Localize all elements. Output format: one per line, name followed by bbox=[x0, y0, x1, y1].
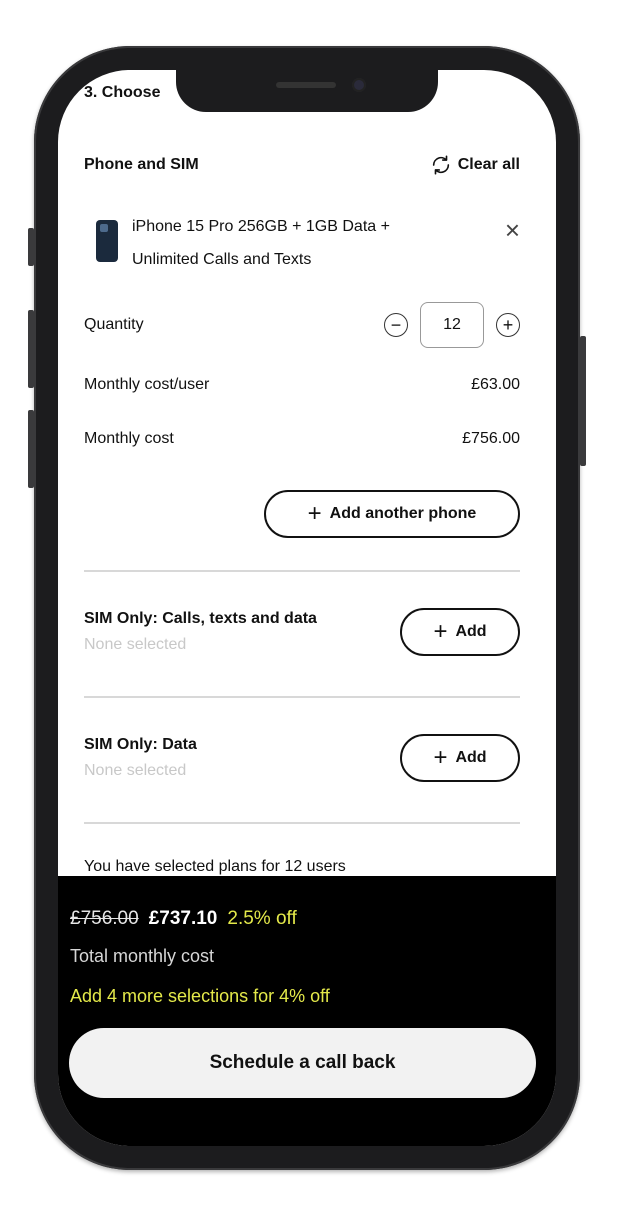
plus-icon: + bbox=[433, 744, 448, 771]
selected-product: iPhone 15 Pro 256GB + 1GB Data + Unlimit… bbox=[84, 217, 520, 276]
promo-message: Add 4 more selections for 4% off bbox=[70, 986, 330, 1006]
add-label: Add bbox=[455, 749, 487, 766]
notch bbox=[176, 70, 438, 112]
sim-option-data: SIM Only: Data None selected + Add bbox=[84, 734, 520, 782]
divider bbox=[84, 822, 520, 824]
phone-screen: 3. Choose Phone and SIM Clear all iPhone… bbox=[58, 70, 556, 1146]
cost-per-user-label: Monthly cost/user bbox=[84, 376, 210, 393]
volume-up-button bbox=[28, 310, 34, 388]
selection-summary: You have selected plans for 12 users bbox=[84, 858, 346, 875]
plus-icon: + bbox=[433, 618, 448, 645]
sim-option-calls-texts-data: SIM Only: Calls, texts and data None sel… bbox=[84, 608, 520, 656]
price-line: £756.00 £737.10 2.5% off bbox=[70, 908, 297, 930]
power-button bbox=[580, 336, 586, 466]
cost-per-user-value: £63.00 bbox=[471, 376, 520, 393]
quantity-row: Quantity − 12 + bbox=[84, 302, 520, 348]
old-price: £756.00 bbox=[70, 908, 139, 929]
price-summary-footer: £756.00 £737.10 2.5% off Total monthly c… bbox=[58, 876, 556, 1146]
silent-switch bbox=[28, 228, 34, 266]
quantity-stepper: − 12 + bbox=[384, 302, 520, 348]
add-another-phone-label: Add another phone bbox=[329, 505, 477, 522]
add-sim-calls-texts-data-button[interactable]: + Add bbox=[400, 608, 520, 656]
monthly-cost-label: Monthly cost bbox=[84, 430, 174, 447]
monthly-cost-row: Monthly cost £756.00 bbox=[84, 430, 520, 448]
add-another-phone-button[interactable]: + Add another phone bbox=[264, 490, 520, 538]
cost-per-user-row: Monthly cost/user £63.00 bbox=[84, 376, 520, 394]
refresh-icon bbox=[430, 154, 452, 176]
add-label: Add bbox=[455, 623, 487, 640]
total-monthly-cost-label: Total monthly cost bbox=[70, 946, 215, 966]
minus-icon[interactable]: − bbox=[384, 313, 408, 337]
speaker-grille bbox=[276, 82, 336, 88]
section-title: Phone and SIM bbox=[84, 156, 199, 173]
plus-icon[interactable]: + bbox=[496, 313, 520, 337]
section-header: Phone and SIM Clear all bbox=[84, 154, 520, 176]
clear-all-button[interactable]: Clear all bbox=[430, 154, 520, 176]
iphone-thumbnail bbox=[96, 220, 118, 262]
clear-all-label: Clear all bbox=[457, 156, 520, 173]
product-name: iPhone 15 Pro 256GB + 1GB Data + Unlimit… bbox=[132, 218, 390, 268]
divider bbox=[84, 570, 520, 572]
divider bbox=[84, 696, 520, 698]
step-title: 3. Choose bbox=[84, 84, 161, 101]
schedule-call-back-button[interactable]: Schedule a call back bbox=[69, 1028, 536, 1098]
quantity-input[interactable]: 12 bbox=[420, 302, 484, 348]
volume-down-button bbox=[28, 410, 34, 488]
discount-badge: 2.5% off bbox=[227, 908, 297, 929]
monthly-cost-value: £756.00 bbox=[462, 430, 520, 447]
quantity-label: Quantity bbox=[84, 316, 144, 333]
new-price: £737.10 bbox=[148, 908, 218, 929]
close-icon[interactable]: × bbox=[505, 217, 520, 276]
front-camera bbox=[352, 78, 366, 92]
plus-icon: + bbox=[307, 500, 322, 527]
add-sim-data-button[interactable]: + Add bbox=[400, 734, 520, 782]
